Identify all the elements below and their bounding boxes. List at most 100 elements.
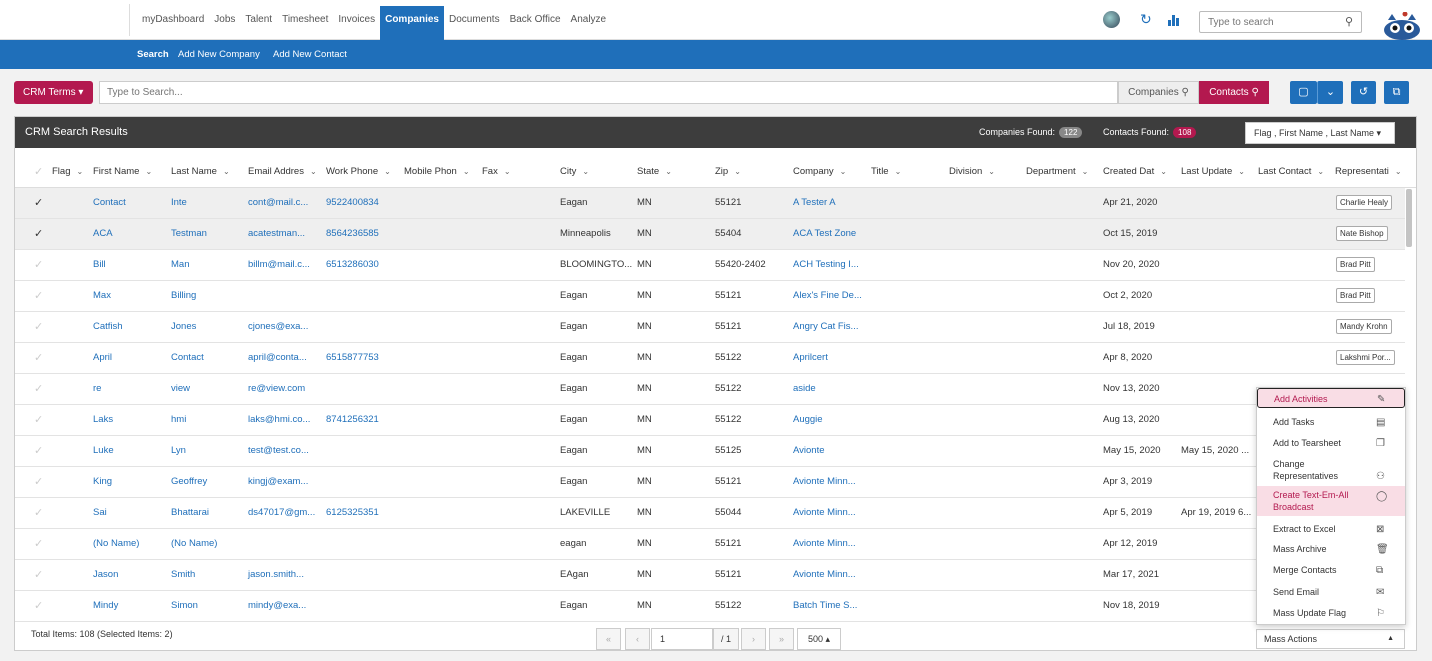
sort-icon[interactable]: ⌄ [1317, 167, 1324, 176]
cell-last[interactable]: hmi [171, 414, 186, 425]
crm-terms-dropdown[interactable]: CRM Terms ▾ [14, 81, 93, 104]
row-checkbox[interactable]: ✓ [34, 413, 43, 426]
column-header-work-phone[interactable]: Work Phone ⌄ [326, 166, 391, 177]
bookmark-dropdown-button[interactable]: ⌄ [1317, 81, 1343, 104]
row-checkbox[interactable]: ✓ [34, 227, 43, 240]
analytics-icon[interactable] [1168, 14, 1180, 26]
cell-company[interactable]: Batch Time S... [793, 600, 857, 611]
column-header-mobile-phone[interactable]: Mobile Phon ⌄ [404, 166, 470, 177]
column-header-city[interactable]: City ⌄ [560, 166, 589, 177]
nav-tab-mydashboard[interactable]: myDashboard [137, 6, 209, 40]
global-search-input[interactable] [1200, 12, 1330, 32]
menu-item-merge-contacts[interactable]: Merge Contacts ⧉ [1257, 560, 1405, 580]
menu-item-add-activities[interactable]: Add Activities ✎ [1257, 388, 1405, 408]
table-row[interactable]: ✓ Laks hmi laks@hmi.co... 8741256321 Eagan MN 5… [15, 405, 1405, 436]
column-header-department[interactable]: Department ⌄ [1026, 166, 1088, 177]
table-row[interactable]: ✓ Sai Bhattarai ds47017@gm... 6125325351 LAKE… [15, 498, 1405, 529]
sort-icon[interactable]: ⌄ [1082, 167, 1089, 176]
row-checkbox[interactable]: ✓ [34, 351, 43, 364]
cell-email[interactable]: acatestman... [248, 228, 305, 239]
cell-phone[interactable]: 6515877753 [326, 352, 379, 363]
copy-button[interactable]: ⧉ [1384, 81, 1409, 104]
nav-tab-timesheet[interactable]: Timesheet [277, 6, 333, 40]
cell-first[interactable]: Bill [93, 259, 106, 270]
cell-last[interactable]: Smith [171, 569, 195, 580]
row-checkbox[interactable]: ✓ [34, 196, 43, 209]
nav-tab-jobs[interactable]: Jobs [209, 6, 240, 40]
table-row[interactable]: ✓ King Geoffrey kingj@exam... Eagan MN 55121 Av… [15, 467, 1405, 498]
row-checkbox[interactable]: ✓ [34, 537, 43, 550]
menu-item-extract-to-excel[interactable]: Extract to Excel ⊠ [1257, 519, 1405, 539]
cell-first[interactable]: re [93, 383, 101, 394]
nav-tab-companies[interactable]: Companies [380, 6, 444, 40]
menu-item-add-to-tearsheet[interactable]: Add to Tearsheet ❐ [1257, 433, 1405, 453]
representative-tag[interactable]: Brad Pitt [1336, 257, 1375, 272]
sort-icon[interactable]: ⌄ [384, 167, 391, 176]
sort-icon[interactable]: ⌄ [463, 167, 470, 176]
table-row[interactable]: ✓ Jason Smith jason.smith... EAgan MN 55121 Avi… [15, 560, 1405, 591]
sort-icon[interactable]: ⌄ [988, 167, 995, 176]
column-header-company[interactable]: Company ⌄ [793, 166, 846, 177]
column-header-flag[interactable]: Flag ⌄ [52, 166, 83, 177]
cell-email[interactable]: laks@hmi.co... [248, 414, 310, 425]
subnav-search[interactable]: Search [137, 49, 169, 60]
cell-company[interactable]: aside [793, 383, 816, 394]
table-row[interactable]: ✓ Catfish Jones cjones@exa... Eagan MN 55121 An… [15, 312, 1405, 343]
column-header-fax[interactable]: Fax ⌄ [482, 166, 511, 177]
contacts-search-button[interactable]: Contacts ⚲ [1199, 81, 1269, 104]
cell-last[interactable]: Man [171, 259, 189, 270]
table-row[interactable]: ✓ ACA Testman acatestman... 8564236585 Minnea… [15, 219, 1405, 250]
crm-search-input[interactable] [100, 82, 1117, 103]
cell-first[interactable]: Contact [93, 197, 126, 208]
cell-first[interactable]: Laks [93, 414, 113, 425]
cell-phone[interactable]: 6125325351 [326, 507, 379, 518]
cell-last[interactable]: Billing [171, 290, 196, 301]
next-page-button[interactable]: › [741, 628, 766, 650]
page-size-select[interactable]: 500 ▴ [797, 628, 841, 650]
representative-tag[interactable]: Mandy Krohn [1336, 319, 1392, 334]
row-checkbox[interactable]: ✓ [34, 382, 43, 395]
cell-company[interactable]: A Tester A [793, 197, 836, 208]
global-search[interactable]: ⚲ [1199, 11, 1362, 33]
table-row[interactable]: ✓ re view re@view.com Eagan MN 55122 aside Nov 1… [15, 374, 1405, 405]
prev-page-button[interactable]: ‹ [625, 628, 650, 650]
table-row[interactable]: ✓ Max Billing Eagan MN 55121 Alex's Fine De...… [15, 281, 1405, 312]
menu-item-create-text-em-all-broadcast[interactable]: Create Text-Em-All Broadcast ◯ [1257, 486, 1405, 516]
sort-dropdown[interactable]: Flag , First Name , Last Name ▾ [1245, 122, 1395, 144]
cell-email[interactable]: jason.smith... [248, 569, 304, 580]
row-checkbox[interactable]: ✓ [34, 599, 43, 612]
nav-tab-documents[interactable]: Documents [444, 6, 505, 40]
column-header-representative[interactable]: Representati ⌄ [1335, 166, 1402, 177]
representative-tag[interactable]: Brad Pitt [1336, 288, 1375, 303]
cell-last[interactable]: Lyn [171, 445, 186, 456]
scrollbar-thumb[interactable] [1406, 189, 1412, 247]
column-header-title[interactable]: Title ⌄ [871, 166, 901, 177]
nav-tab-invoices[interactable]: Invoices [333, 6, 380, 40]
search-icon[interactable]: ⚲ [1345, 15, 1353, 28]
cell-email[interactable]: cont@mail.c... [248, 197, 308, 208]
row-checkbox[interactable]: ✓ [34, 320, 43, 333]
cell-first[interactable]: King [93, 476, 112, 487]
cell-company[interactable]: Angry Cat Fis... [793, 321, 858, 332]
sort-icon[interactable]: ⌄ [665, 167, 672, 176]
nav-tab-analyze[interactable]: Analyze [566, 6, 612, 40]
sort-icon[interactable]: ⌄ [310, 167, 317, 176]
sort-icon[interactable]: ⌄ [1238, 167, 1245, 176]
subnav-add-company[interactable]: Add New Company [178, 49, 260, 60]
table-row[interactable]: ✓ Mindy Simon mindy@exa... Eagan MN 55122 Batch… [15, 591, 1405, 622]
menu-item-change-representatives[interactable]: Change Representatives ⚇ [1257, 455, 1405, 485]
table-row[interactable]: ✓ (No Name) (No Name) eagan MN 55121 Avionte M… [15, 529, 1405, 560]
column-header-state[interactable]: State ⌄ [637, 166, 672, 177]
bookmark-button[interactable]: ▢ [1290, 81, 1317, 104]
table-row[interactable]: ✓ Bill Man billm@mail.c... 6513286030 BLOOMIN… [15, 250, 1405, 281]
cell-company[interactable]: Aprilcert [793, 352, 828, 363]
subnav-add-contact[interactable]: Add New Contact [273, 49, 347, 60]
cell-email[interactable]: ds47017@gm... [248, 507, 315, 518]
globe-icon[interactable] [1103, 11, 1120, 28]
column-header-last-contacted[interactable]: Last Contact ⌄ [1258, 166, 1324, 177]
cell-first[interactable]: Luke [93, 445, 114, 456]
column-header-created-date[interactable]: Created Dat ⌄ [1103, 166, 1167, 177]
cell-email[interactable]: cjones@exa... [248, 321, 308, 332]
sort-icon[interactable]: ⌄ [582, 167, 589, 176]
cell-company[interactable]: Avionte Minn... [793, 569, 856, 580]
